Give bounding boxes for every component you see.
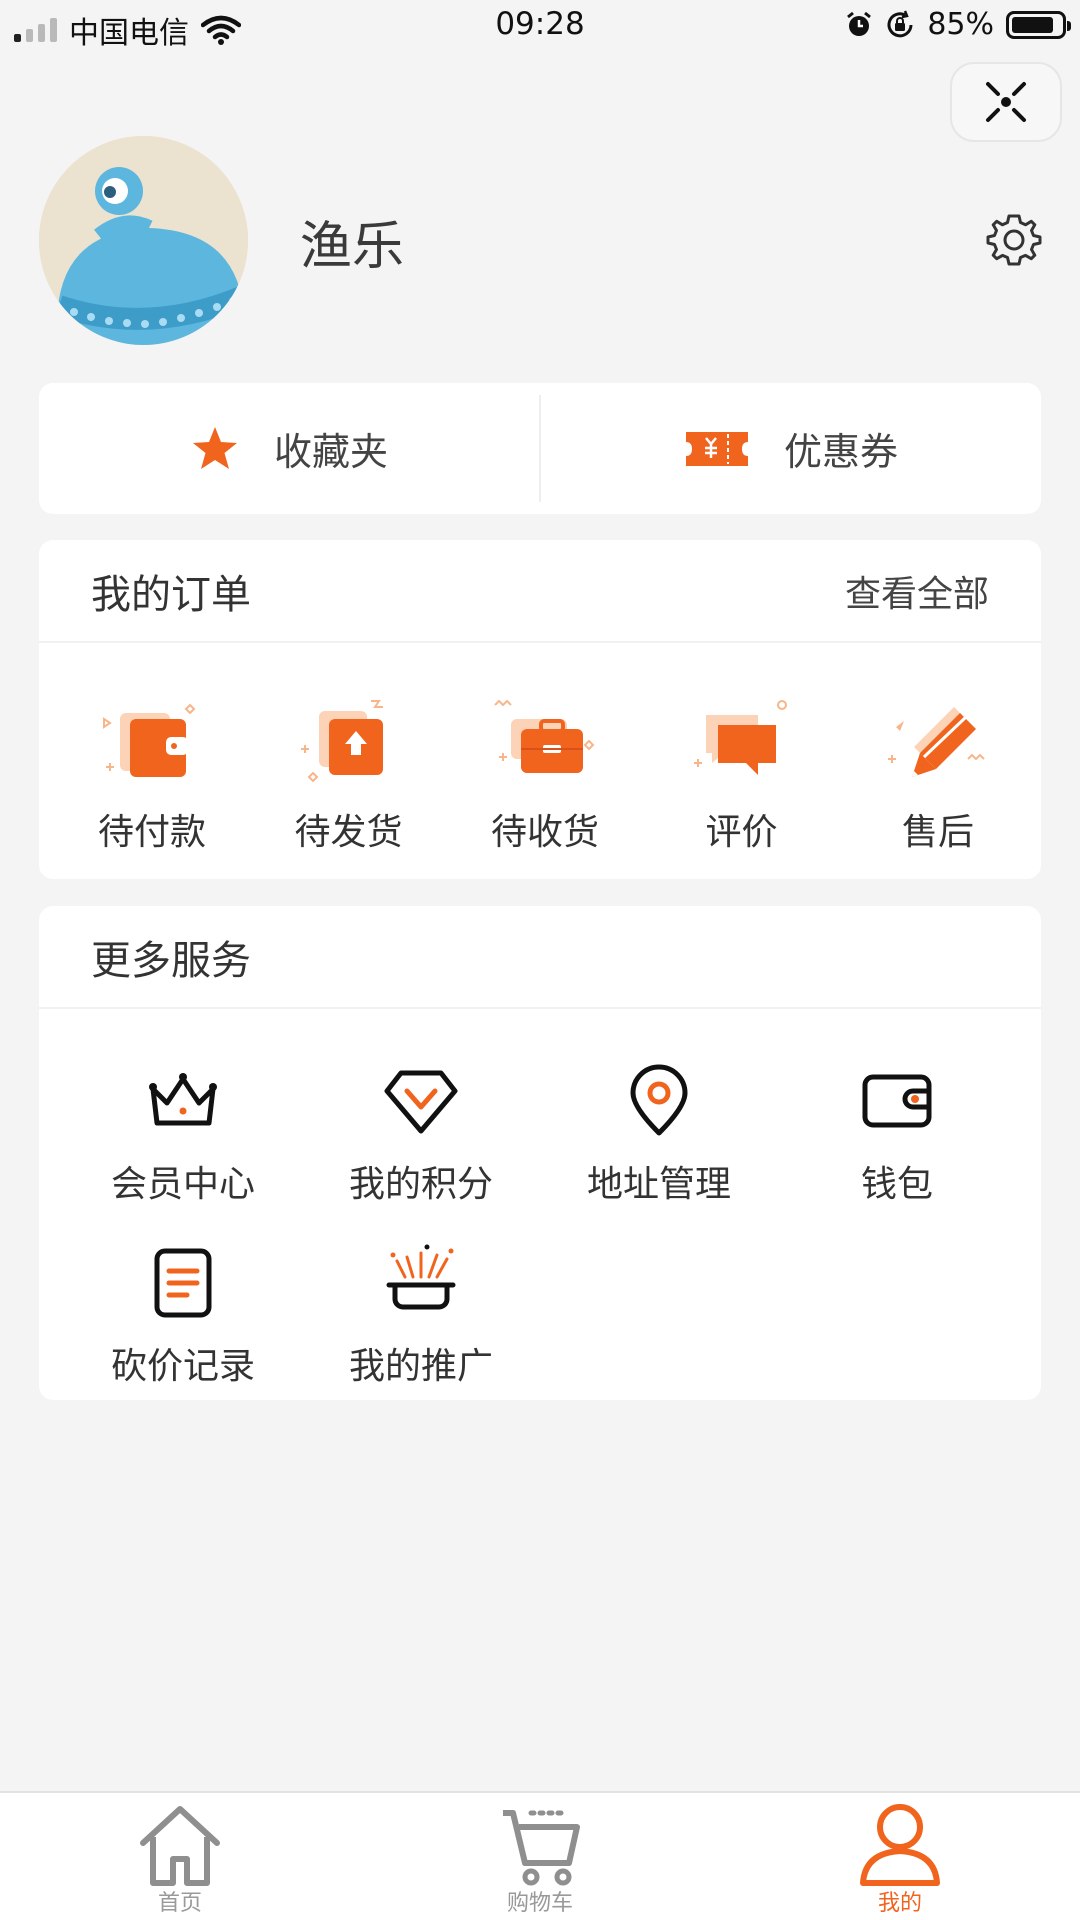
services-header: 更多服务	[39, 906, 1041, 1009]
quick-actions-card: 收藏夹 优惠券	[39, 383, 1041, 514]
box-upload-icon	[300, 700, 383, 783]
favorites-label: 收藏夹	[273, 430, 388, 474]
tab-mine[interactable]: 我的	[800, 1793, 1000, 1917]
rotation-lock-icon	[887, 10, 913, 37]
orders-header: 我的订单 查看全部	[39, 540, 1041, 643]
view-all-orders-link[interactable]: 查看全部	[845, 565, 989, 617]
cart-icon	[503, 1810, 580, 1886]
alarm-icon	[847, 11, 872, 36]
location-pin-icon	[630, 1064, 688, 1136]
briefcase-icon	[494, 699, 595, 773]
status-bar: 中国电信 09:28 85%	[0, 0, 1080, 52]
settings-button[interactable]	[986, 212, 1042, 268]
order-after-sales-label: 售后	[901, 812, 974, 853]
battery-icon	[1006, 10, 1071, 39]
order-review-label: 评价	[705, 812, 778, 853]
order-pending-payment[interactable]: 待付款	[87, 697, 217, 855]
service-membership-label: 会员中心	[110, 1164, 255, 1205]
username: 渔乐	[300, 217, 405, 277]
tab-home[interactable]: 首页	[80, 1793, 280, 1917]
diamond-icon	[384, 1070, 458, 1134]
wallet-outline-icon	[862, 1074, 932, 1128]
order-pending-shipment-label: 待发货	[294, 812, 403, 853]
avatar[interactable]	[39, 136, 248, 345]
coupons-button[interactable]: 优惠券	[541, 383, 1041, 514]
coupons-label: 优惠券	[783, 430, 898, 474]
document-icon	[154, 1248, 212, 1318]
service-address[interactable]: 地址管理	[559, 1061, 759, 1207]
service-membership[interactable]: 会员中心	[83, 1061, 283, 1207]
more-services-card: 更多服务 会员中心 我的积分 地址管理 钱包 砍价记录 我的推广	[39, 906, 1041, 1400]
service-points-label: 我的积分	[348, 1164, 493, 1205]
service-bargain-records-label: 砍价记录	[110, 1346, 255, 1387]
tab-home-label: 首页	[157, 1891, 202, 1916]
home-icon	[140, 1806, 220, 1886]
close-miniprogram-button[interactable]	[950, 62, 1062, 142]
gear-icon	[986, 214, 1042, 266]
service-wallet[interactable]: 钱包	[797, 1061, 997, 1207]
tab-mine-label: 我的	[877, 1891, 922, 1916]
tab-cart-label: 购物车	[506, 1891, 573, 1916]
pencil-icon	[888, 707, 985, 777]
magic-hat-icon	[386, 1244, 456, 1310]
services-title: 更多服务	[91, 937, 251, 984]
service-address-label: 地址管理	[586, 1164, 731, 1205]
user-icon	[860, 1804, 940, 1886]
order-review[interactable]: 评价	[677, 697, 807, 855]
service-wallet-label: 钱包	[860, 1164, 933, 1205]
battery-percent: 85%	[927, 7, 994, 42]
tab-cart[interactable]: 购物车	[440, 1793, 640, 1917]
wallet-icon	[103, 703, 196, 777]
battery-level	[1012, 16, 1053, 33]
crown-icon	[149, 1073, 217, 1126]
tab-bar: 首页 购物车 我的	[0, 1791, 1080, 1920]
order-pending-payment-label: 待付款	[97, 812, 206, 853]
order-pending-receipt[interactable]: 待收货	[480, 697, 610, 855]
star-icon	[192, 426, 237, 469]
order-after-sales[interactable]: 售后	[873, 697, 1003, 855]
favorites-button[interactable]: 收藏夹	[39, 383, 539, 514]
order-pending-receipt-label: 待收货	[490, 812, 599, 853]
service-bargain-records[interactable]: 砍价记录	[83, 1243, 283, 1389]
service-points[interactable]: 我的积分	[321, 1061, 521, 1207]
service-promotion-label: 我的推广	[348, 1346, 493, 1387]
service-promotion[interactable]: 我的推广	[321, 1243, 521, 1389]
close-target-icon	[986, 82, 1026, 122]
monster-avatar-icon	[39, 136, 248, 345]
order-pending-shipment[interactable]: 待发货	[284, 697, 414, 855]
orders-title: 我的订单	[91, 571, 251, 618]
my-orders-card: 我的订单 查看全部 待付款 待发货 待收货 评价 售后	[39, 540, 1041, 879]
coupon-ticket-icon	[685, 431, 748, 466]
chat-bubble-icon	[693, 700, 787, 775]
